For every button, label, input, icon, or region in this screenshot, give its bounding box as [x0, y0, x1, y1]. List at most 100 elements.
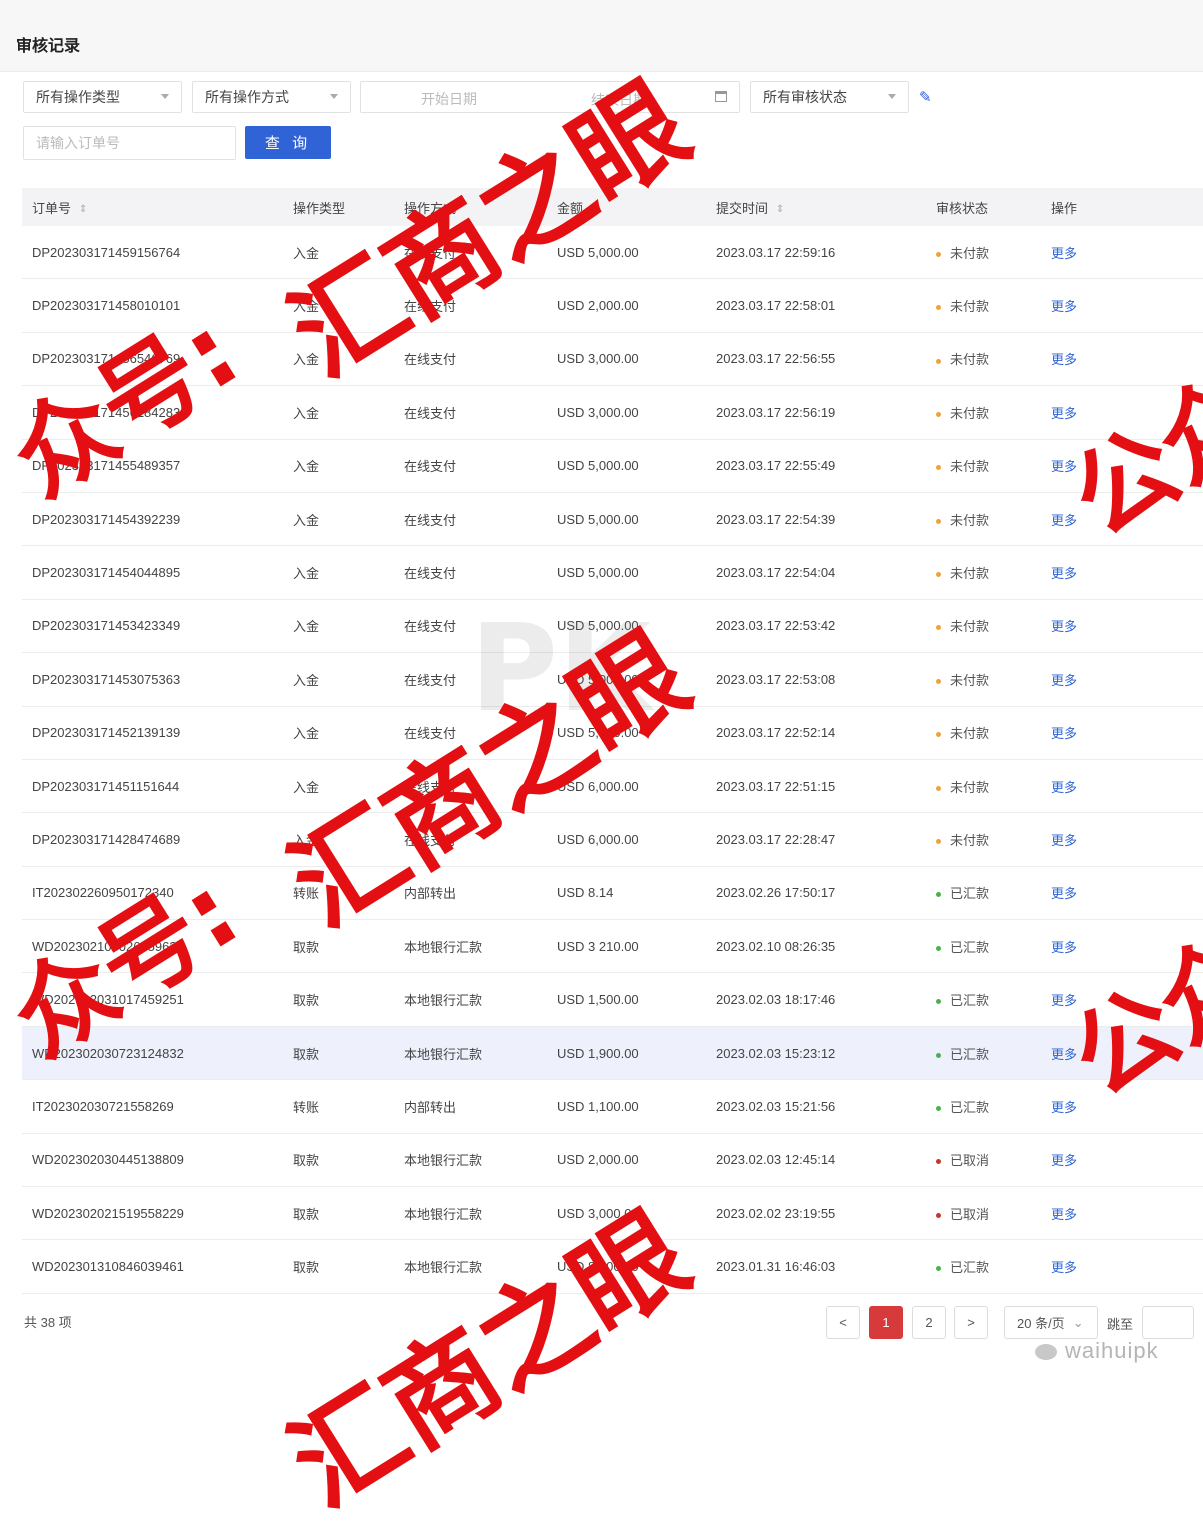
status-badge: 未付款 [936, 777, 1051, 796]
order-cell: WD202302100026359635 [32, 938, 184, 954]
pencil-icon[interactable]: ✎ [919, 88, 932, 106]
table-header: 订单号 ⇕ 操作类型 操作方式 金额 ⇕ 提交时间 ⇕ 审核状态 操作 [22, 188, 1203, 226]
more-link[interactable]: 更多 [1051, 1257, 1151, 1276]
chevron-down-icon [161, 94, 169, 99]
table-row[interactable]: WD202302030723124832 取款 本地银行汇款 USD 1,900.00… [22, 1026, 1203, 1081]
table-row[interactable]: DP202303171452139139 入金 在线支付 USD 5,000.00 20… [22, 707, 1203, 760]
header-amount[interactable]: 金额 ⇕ [557, 198, 716, 217]
method-cell: 在线支付 [404, 672, 457, 688]
query-button[interactable]: 查 询 [245, 126, 331, 159]
date-range-picker[interactable]: 开始日期 结束日期 [360, 81, 740, 113]
more-link[interactable]: 更多 [1051, 1097, 1151, 1116]
more-link[interactable]: 更多 [1051, 403, 1151, 422]
table-row[interactable]: IT202302030721558269 转账 内部转出 USD 1,100.00 20… [22, 1080, 1203, 1134]
time-cell: 2023.02.10 08:26:35 [716, 938, 836, 954]
order-cell: DP202303171453075363 [32, 671, 181, 687]
more-link[interactable]: 更多 [1051, 883, 1151, 902]
next-page-button[interactable]: > [954, 1306, 988, 1339]
sort-icon[interactable]: ⇕ [79, 204, 87, 215]
status-text: 未付款 [950, 619, 990, 635]
status-badge: 已汇款 [936, 1257, 1051, 1276]
table-row[interactable]: IT202302260950172340 转账 内部转出 USD 8.14 2023.0… [22, 867, 1203, 921]
status-dot-icon [936, 732, 941, 738]
table-row[interactable]: DP202303171454044895 入金 在线支付 USD 5,000.00 20… [22, 546, 1203, 600]
table-row[interactable]: DP202303171459156764 入金 在线支付 USD 5,000.00 20… [22, 226, 1203, 280]
header-time[interactable]: 提交时间 ⇕ [716, 198, 936, 217]
status-text: 未付款 [950, 566, 990, 582]
method-cell: 在线支付 [404, 619, 457, 635]
op-type-select[interactable]: 所有操作类型 [23, 81, 182, 113]
more-link[interactable]: 更多 [1051, 563, 1151, 582]
method-cell: 在线支付 [404, 459, 457, 475]
order-cell: DP202303171451151644 [32, 778, 180, 794]
start-date-input[interactable]: 开始日期 [421, 89, 477, 109]
order-cell: IT202302260950172340 [32, 885, 174, 901]
amount-cell: USD 8,000.00 [557, 1259, 639, 1275]
table-body: DP202303171459156764 入金 在线支付 USD 5,000.00 20… [22, 226, 1203, 1294]
method-cell: 本地银行汇款 [404, 939, 483, 955]
method-cell: 在线支付 [404, 299, 457, 315]
header-status: 审核状态 [936, 200, 989, 216]
more-link[interactable]: 更多 [1051, 296, 1151, 315]
more-link[interactable]: 更多 [1051, 723, 1151, 742]
table-row[interactable]: WD202302100026359635 取款 本地银行汇款 USD 3 210.00… [22, 920, 1203, 974]
more-link[interactable]: 更多 [1051, 830, 1151, 849]
more-link[interactable]: 更多 [1051, 1044, 1151, 1063]
jump-page-input[interactable] [1142, 1306, 1194, 1339]
table-row[interactable]: DP202303171455489357 入金 在线支付 USD 5,000.00 20… [22, 440, 1203, 493]
table-row[interactable]: DP202303171456184283 入金 在线支付 USD 3,000.00 20… [22, 386, 1203, 440]
more-link[interactable]: 更多 [1051, 349, 1151, 368]
order-cell: DP202303171453423349 [32, 618, 181, 634]
status-select[interactable]: 所有审核状态 [750, 81, 909, 113]
more-link[interactable]: 更多 [1051, 456, 1151, 475]
status-dot-icon [936, 251, 941, 257]
status-text: 已汇款 [950, 993, 990, 1009]
page-size-select[interactable]: 20 条/页 ⌄ [1004, 1306, 1098, 1339]
table-row[interactable]: WD202302030445138809 取款 本地银行汇款 USD 2,000.00… [22, 1134, 1203, 1188]
method-cell: 本地银行汇款 [404, 993, 483, 1009]
amount-cell: USD 1,500.00 [557, 992, 639, 1008]
table-row[interactable]: WD202301310846039461 取款 本地银行汇款 USD 8,000.00… [22, 1240, 1203, 1294]
more-link[interactable]: 更多 [1051, 616, 1151, 635]
type-cell: 入金 [293, 352, 320, 368]
time-cell: 2023.03.17 22:52:14 [716, 725, 836, 741]
status-text: 已汇款 [950, 939, 990, 955]
table-row[interactable]: DP202303171451151644 入金 在线支付 USD 6,000.00 20… [22, 760, 1203, 814]
table-row[interactable]: DP202303171458010101 入金 在线支付 USD 2,000.00 20… [22, 279, 1203, 333]
status-dot-icon [936, 1106, 941, 1111]
table-row[interactable]: WD202302021519558229 取款 本地银行汇款 USD 3,000.00… [22, 1187, 1203, 1241]
order-cell: IT202302030721558269 [32, 1098, 174, 1114]
page-2-button[interactable]: 2 [912, 1306, 946, 1339]
more-link[interactable]: 更多 [1051, 990, 1151, 1009]
more-link[interactable]: 更多 [1051, 777, 1151, 796]
more-link[interactable]: 更多 [1051, 510, 1151, 529]
end-date-input[interactable]: 结束日期 [591, 90, 647, 110]
table-row[interactable]: DP202303171456546769 入金 在线支付 USD 3,000.00 20… [22, 333, 1203, 387]
type-cell: 入金 [293, 779, 320, 795]
more-link[interactable]: 更多 [1051, 1150, 1151, 1169]
order-number-input[interactable]: 请输入订单号 [23, 126, 236, 160]
more-link[interactable]: 更多 [1051, 1204, 1151, 1223]
sort-icon[interactable]: ⇕ [776, 204, 784, 215]
time-cell: 2023.01.31 16:46:03 [716, 1259, 836, 1275]
type-cell: 入金 [293, 512, 320, 528]
table-row[interactable]: WD202302031017459251 取款 本地银行汇款 USD 1,500.00… [22, 973, 1203, 1027]
table-row[interactable]: DP202303171453423349 入金 在线支付 USD 5,000.00 20… [22, 600, 1203, 654]
status-dot-icon [936, 1159, 941, 1165]
sort-icon[interactable]: ⇕ [591, 204, 599, 215]
status-dot-icon [936, 678, 941, 684]
op-method-select[interactable]: 所有操作方式 [192, 81, 351, 113]
more-link[interactable]: 更多 [1051, 670, 1151, 689]
page-1-button[interactable]: 1 [869, 1306, 903, 1339]
prev-page-button[interactable]: < [826, 1306, 860, 1339]
more-link[interactable]: 更多 [1051, 937, 1151, 956]
method-cell: 本地银行汇款 [404, 1046, 483, 1062]
header-order[interactable]: 订单号 ⇕ [22, 198, 293, 217]
more-link[interactable]: 更多 [1051, 243, 1151, 262]
method-cell: 本地银行汇款 [404, 1260, 483, 1276]
type-cell: 入金 [293, 566, 320, 582]
table-row[interactable]: DP202303171453075363 入金 在线支付 USD 5,000.00 20… [22, 653, 1203, 707]
table-row[interactable]: DP202303171428474689 入金 在线支付 USD 6,000.00 20… [22, 813, 1203, 867]
table-row[interactable]: DP202303171454392239 入金 在线支付 USD 5,000.00 20… [22, 493, 1203, 547]
status-badge: 未付款 [936, 616, 1051, 635]
